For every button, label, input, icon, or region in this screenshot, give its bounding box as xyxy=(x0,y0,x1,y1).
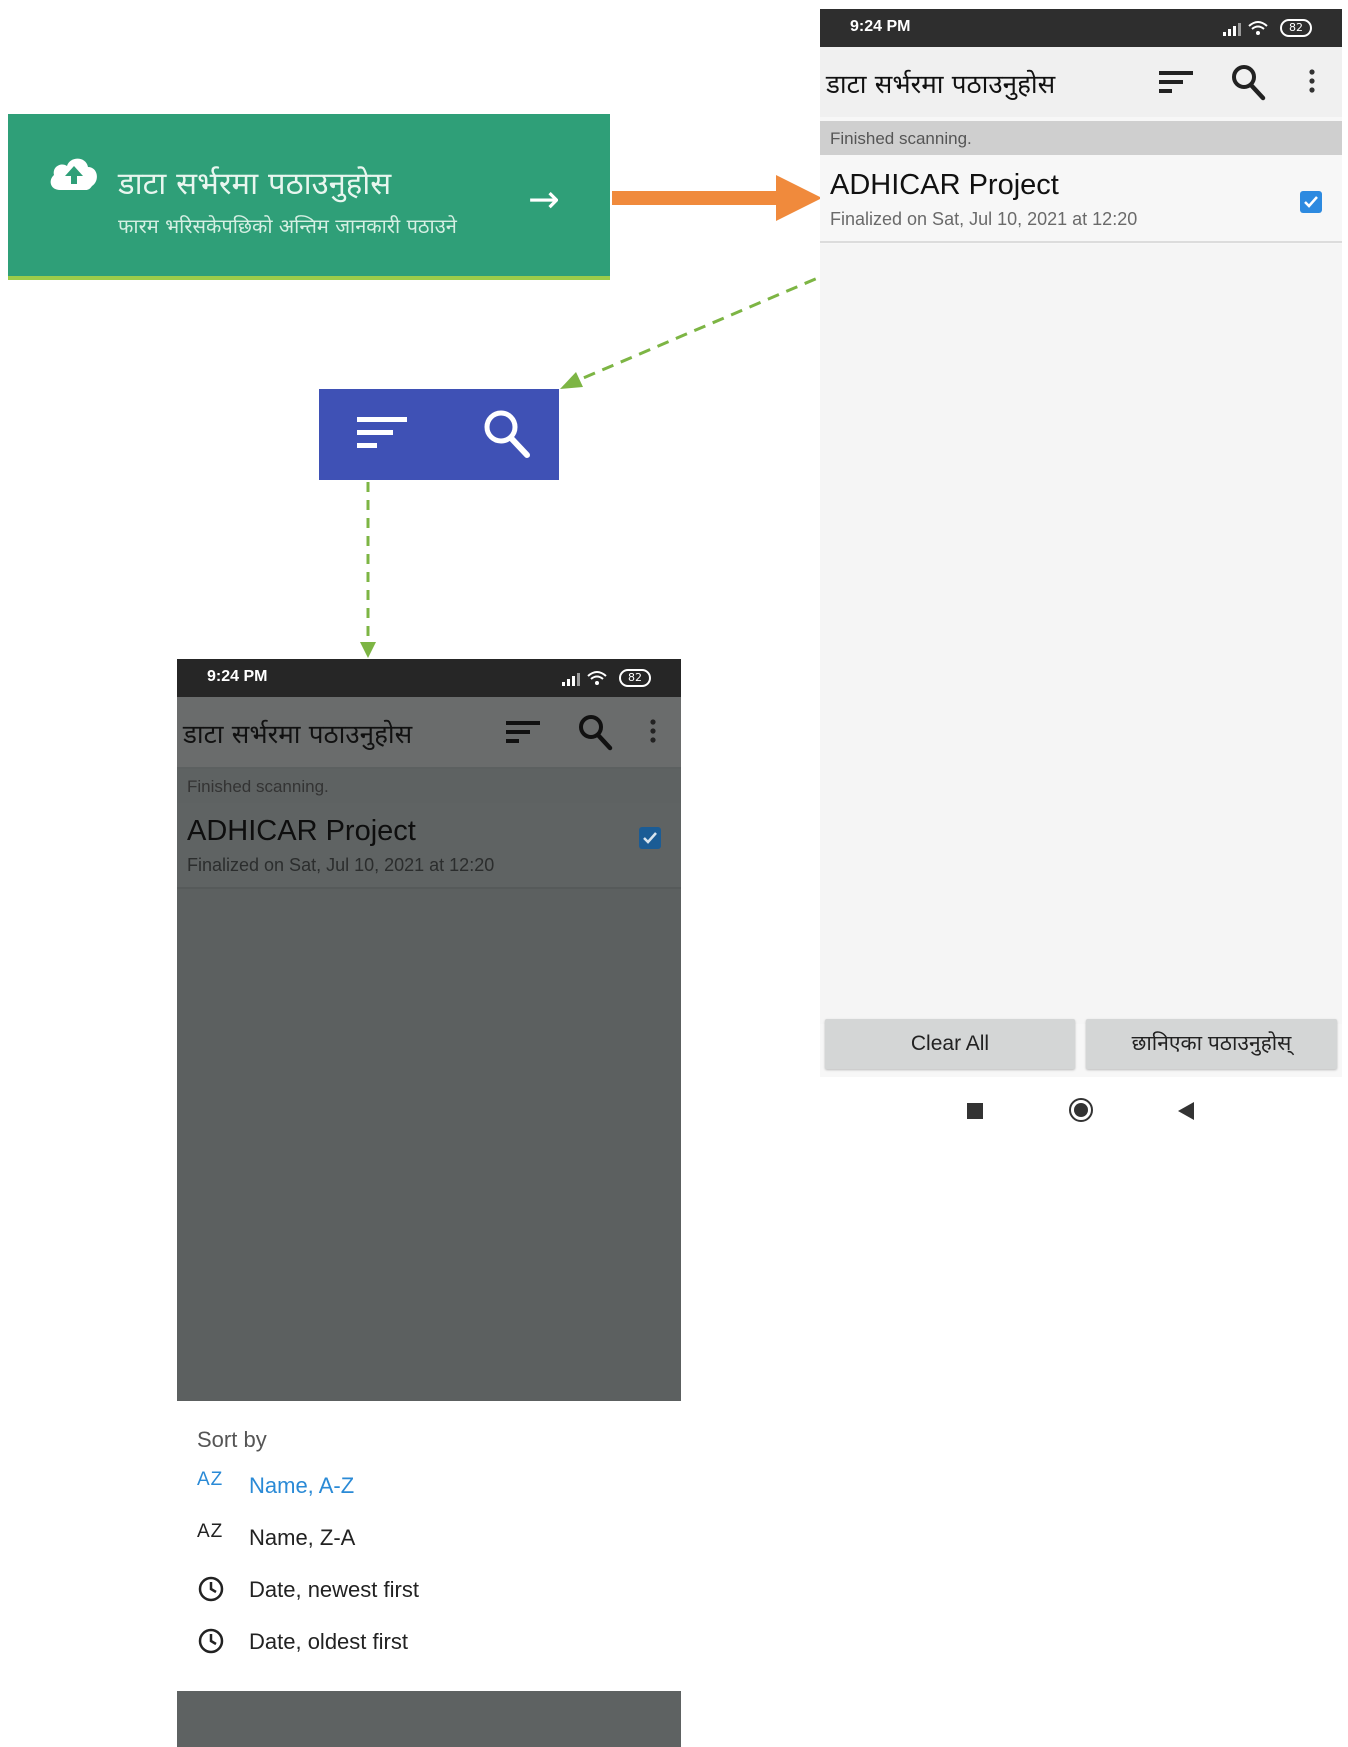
sort-icon[interactable] xyxy=(355,413,409,453)
search-icon[interactable] xyxy=(1230,63,1266,101)
search-icon[interactable] xyxy=(481,407,533,461)
section-header: Finished scanning. xyxy=(820,121,1342,155)
app-bar: डाटा सर्भरमा पठाउनुहोस xyxy=(177,697,681,767)
battery-icon: 82 xyxy=(1280,18,1312,37)
item-date: Finalized on Sat, Jul 10, 2021 at 12:20 xyxy=(830,209,1138,229)
banner-subtitle: फारम भरिसकेपछिको अन्तिम जानकारी पठाउने xyxy=(118,214,457,238)
sort-sheet-header: Sort by xyxy=(197,1427,267,1452)
sort-option-name-az[interactable]: AZ Name, A-Z xyxy=(197,1467,657,1507)
list-item[interactable]: ADHICAR Project Finalized on Sat, Jul 10… xyxy=(177,803,681,889)
sort-option-label: Name, Z-A xyxy=(249,1525,356,1550)
recents-icon[interactable] xyxy=(967,1103,983,1119)
section-header-label: Finished scanning. xyxy=(187,777,329,796)
list-empty-area xyxy=(820,244,1342,1024)
item-name: ADHICAR Project xyxy=(187,815,416,847)
section-header-label: Finished scanning. xyxy=(830,129,972,148)
more-vert-icon[interactable] xyxy=(1308,69,1316,95)
clock-icon xyxy=(197,1627,227,1657)
sort-option-label: Name, A-Z xyxy=(249,1473,355,1498)
app-bar: डाटा सर्भरमा पठाउनुहोस xyxy=(820,47,1342,117)
item-date: Finalized on Sat, Jul 10, 2021 at 12:20 xyxy=(187,855,495,875)
section-header: Finished scanning. xyxy=(177,769,681,803)
status-time: 9:24 PM xyxy=(850,18,911,35)
clock-icon xyxy=(197,1575,227,1605)
home-icon[interactable] xyxy=(1068,1097,1094,1123)
item-name: ADHICAR Project xyxy=(830,169,1059,201)
search-icon[interactable] xyxy=(577,713,613,751)
back-icon[interactable] xyxy=(1178,1102,1194,1120)
zoomed-toolbar xyxy=(319,389,559,480)
status-icons: 82 xyxy=(561,667,651,688)
dimmed-bottom-area xyxy=(177,1691,681,1747)
sort-option-date-oldest[interactable]: Date, oldest first xyxy=(197,1623,657,1663)
app-title: डाटा सर्भरमा पठाउनुहोस xyxy=(183,720,413,750)
status-bar: 9:24 PM 82 xyxy=(820,9,1342,47)
sort-option-date-newest[interactable]: Date, newest first xyxy=(197,1571,657,1611)
clear-all-button[interactable]: Clear All xyxy=(825,1019,1075,1069)
upload-banner[interactable]: डाटा सर्भरमा पठाउनुहोस फारम भरिसकेपछिको … xyxy=(8,114,610,280)
list-item[interactable]: ADHICAR Project Finalized on Sat, Jul 10… xyxy=(820,157,1342,243)
status-icons: 82 xyxy=(1222,17,1312,38)
more-vert-icon[interactable] xyxy=(649,719,657,745)
sort-bottom-sheet: Sort by AZ Name, A-Z AZ Name, Z-A Date, … xyxy=(177,1401,681,1691)
checkbox[interactable] xyxy=(639,827,661,849)
sort-option-label: Date, newest first xyxy=(249,1577,419,1602)
az-icon: AZ xyxy=(197,1521,224,1542)
sort-option-label: Date, oldest first xyxy=(249,1629,408,1654)
arrow-right-icon: → xyxy=(528,177,560,221)
app-title: डाटा सर्भरमा पठाउनुहोस xyxy=(826,70,1056,100)
banner-title: डाटा सर्भरमा पठाउनुहोस xyxy=(118,166,392,202)
sort-icon[interactable] xyxy=(1158,69,1194,95)
status-bar: 9:24 PM 82 xyxy=(177,659,681,697)
nav-bar xyxy=(820,1077,1342,1154)
send-selected-button[interactable]: छानिएका पठाउनुहोस् xyxy=(1086,1019,1337,1069)
az-icon: AZ xyxy=(197,1469,224,1490)
cloud-upload-icon xyxy=(46,154,102,194)
checkbox[interactable] xyxy=(1300,191,1322,213)
battery-icon: 82 xyxy=(619,668,651,687)
phone-screen-send-form: 9:24 PM 82 डाटा सर्भरमा पठाउनुहोस Finish… xyxy=(820,9,1342,1154)
sort-icon[interactable] xyxy=(505,719,541,745)
phone-screen-sort-sheet: 9:24 PM 82 डाटा सर्भरमा पठाउनुहोस Finish… xyxy=(177,659,681,1747)
sort-option-name-za[interactable]: AZ Name, Z-A xyxy=(197,1519,657,1559)
status-time: 9:24 PM xyxy=(207,668,268,685)
